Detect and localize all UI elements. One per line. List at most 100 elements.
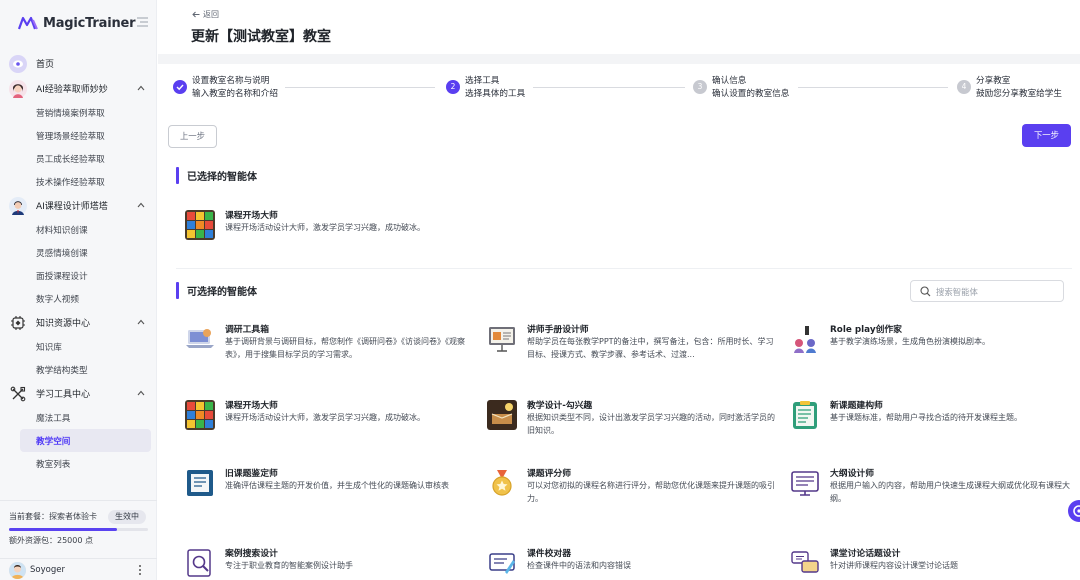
prev-step-button[interactable]: 上一步 bbox=[168, 125, 217, 148]
sidebar-item-knowledge-base[interactable]: 知识库 bbox=[0, 335, 157, 358]
sidebar-item-face-course[interactable]: 面授课程设计 bbox=[0, 264, 157, 287]
next-step-button[interactable]: 下一步 bbox=[1022, 124, 1071, 147]
avatar-icon bbox=[9, 80, 27, 98]
logo[interactable]: MagicTrainer bbox=[18, 12, 148, 34]
agent-card[interactable]: Role play创作家 基于教学演练场景，生成角色扮演模拟剧本。 bbox=[790, 322, 1070, 368]
sidebar-item-label: 材料知识创课 bbox=[36, 225, 88, 236]
sidebar-item-label: 首页 bbox=[36, 60, 55, 70]
status-badge: 生效中 bbox=[108, 510, 146, 524]
header-divider bbox=[158, 54, 1080, 64]
logo-icon bbox=[18, 16, 38, 30]
sidebar-item-label: 管理场景经验萃取 bbox=[36, 131, 105, 142]
rubiks-cube-icon bbox=[185, 210, 215, 240]
user-avatar-icon bbox=[9, 562, 26, 579]
sidebar-group-knowledge[interactable]: 知识资源中心 bbox=[0, 311, 157, 334]
agent-card[interactable]: 讲师手册设计师 帮助学员在每张教学PPT的备注中，撰写备注，包含：所用时长、学习目… bbox=[487, 322, 774, 368]
chevron-up-icon bbox=[137, 319, 145, 325]
selected-agent-card[interactable]: 课程开场大师 课程开场活动设计大师，激发学员学习兴趣，成功破冰。 bbox=[185, 208, 465, 254]
sidebar-item-inspiration-course[interactable]: 灵感情境创课 bbox=[0, 241, 157, 264]
step-desc: 鼓励您分享教室给学生 bbox=[976, 89, 1062, 99]
plan-extra-resources: 额外资源包：25000 点 bbox=[9, 536, 93, 545]
sidebar-item-label: AI课程设计师塔塔 bbox=[36, 202, 108, 212]
step-desc: 确认设置的教室信息 bbox=[712, 89, 790, 99]
agent-card[interactable]: 课堂讨论话题设计针对讲师课程内容设计课堂讨论话题 bbox=[790, 546, 1070, 580]
section-accent-bar bbox=[176, 282, 179, 299]
step-connector bbox=[798, 87, 948, 88]
plan-progress-fill bbox=[9, 528, 118, 531]
sidebar-item-material-course[interactable]: 材料知识创课 bbox=[0, 218, 157, 241]
step-title: 分享教室 bbox=[976, 76, 1011, 86]
avatar bbox=[9, 562, 26, 579]
agent-card[interactable]: 调研工具箱 基于调研背景与调研目标，帮您制作《调研问卷》《访谈问卷》《观察表》，用… bbox=[185, 322, 465, 368]
search-input[interactable] bbox=[936, 284, 1060, 299]
assistant-fab[interactable] bbox=[1068, 500, 1080, 522]
back-link[interactable]: 返回 bbox=[192, 9, 219, 20]
step-desc: 选择具体的工具 bbox=[465, 89, 526, 99]
plan-label: 当前套餐：探索者体验卡 bbox=[9, 512, 97, 521]
agent-desc: 针对讲师课程内容设计课堂讨论话题 bbox=[830, 561, 958, 570]
agent-card[interactable]: 课件校对器 检查课件中的语法和内容错误 bbox=[487, 546, 767, 580]
sidebar-item-management[interactable]: 管理场景经验萃取 bbox=[0, 124, 157, 147]
sidebar-group-learning-tools[interactable]: 学习工具中心 bbox=[0, 382, 157, 405]
sidebar-item-label: 知识库 bbox=[36, 342, 62, 353]
agent-desc: 根据用户输入的内容，帮助用户快速生成课程大纲或优化现有课程大纲。 bbox=[830, 481, 1070, 503]
agent-desc: 课程开场活动设计大师，激发学员学习兴趣，成功破冰。 bbox=[225, 413, 425, 422]
sidebar-item-label: 技术操作经验萃取 bbox=[36, 177, 105, 188]
rubiks-cube-icon bbox=[185, 400, 215, 430]
proofread-icon bbox=[489, 553, 515, 574]
agent-card[interactable]: 大纲设计师 根据用户输入的内容，帮助用户快速生成课程大纲或优化现有课程大纲。 bbox=[790, 466, 1070, 512]
step-done-icon bbox=[173, 80, 187, 94]
sidebar-item-tech[interactable]: 技术操作经验萃取 bbox=[0, 170, 157, 193]
sidebar-item-home[interactable]: 首页 bbox=[0, 52, 157, 75]
sidebar-item-marketing[interactable]: 营销情境案例萃取 bbox=[0, 101, 157, 124]
search-icon bbox=[920, 286, 931, 297]
sidebar-item-label: 面授课程设计 bbox=[36, 271, 88, 282]
sidebar-item-label: 灵感情境创课 bbox=[36, 248, 88, 259]
sidebar-item-employee[interactable]: 员工成长经验萃取 bbox=[0, 147, 157, 170]
assistant-icon bbox=[1073, 505, 1080, 517]
step-title: 确认信息 bbox=[712, 76, 747, 86]
sidebar-item-label: 教室列表 bbox=[36, 459, 71, 470]
agent-card[interactable]: 教学设计-勾兴趣 根据知识类型不同，设计出激发学员学习兴趣的活动，同时激活学员的旧… bbox=[487, 398, 775, 444]
step-desc: 输入教室的名称和介绍 bbox=[192, 89, 278, 99]
agent-search[interactable] bbox=[910, 280, 1064, 302]
agent-desc: 课程开场活动设计大师，激发学员学习兴趣，成功破冰。 bbox=[225, 223, 425, 232]
sidebar-item-label: 知识资源中心 bbox=[36, 319, 91, 329]
sidebar-item-classroom-list[interactable]: 教室列表 bbox=[0, 452, 157, 475]
step-number: 3 bbox=[693, 80, 707, 94]
sidebar-item-magic-tools[interactable]: 魔法工具 bbox=[0, 406, 157, 429]
agent-title: 课题评分师 bbox=[527, 469, 571, 479]
sidebar-group-experience[interactable]: AI经验萃取师妙妙 bbox=[0, 77, 157, 100]
more-vertical-icon[interactable] bbox=[137, 564, 143, 576]
sidebar-item-label: 营销情境案例萃取 bbox=[36, 108, 105, 119]
agent-title: 课堂讨论话题设计 bbox=[830, 549, 901, 559]
sidebar-item-label: 学习工具中心 bbox=[36, 390, 91, 400]
agent-title: 调研工具箱 bbox=[225, 325, 269, 335]
agent-card[interactable]: 旧课题鉴定师 准确评估课程主题的开发价值，并生成个性化的课题确认审核表 bbox=[185, 466, 465, 512]
book-lamp-icon bbox=[487, 400, 517, 430]
agent-card[interactable]: 课程开场大师 课程开场活动设计大师，激发学员学习兴趣，成功破冰。 bbox=[185, 398, 465, 444]
sidebar-item-label: 魔法工具 bbox=[36, 413, 71, 424]
main-content: 返回 更新【测试教室】教室 设置教室名称与说明 输入教室的名称和介绍 2 选择工… bbox=[158, 0, 1080, 580]
collapse-sidebar-icon[interactable] bbox=[137, 17, 148, 27]
sidebar-item-label: 员工成长经验萃取 bbox=[36, 154, 105, 165]
agent-desc: 检查课件中的语法和内容错误 bbox=[527, 561, 631, 570]
arrow-left-icon bbox=[192, 11, 200, 18]
chevron-up-icon bbox=[137, 390, 145, 396]
agent-card[interactable]: 新课题建构师 基于课题标准，帮助用户寻找合适的待开发课程主题。 bbox=[790, 398, 1070, 444]
survey-laptop-icon bbox=[186, 329, 214, 348]
document-icon bbox=[187, 470, 213, 496]
user-menu[interactable]: Soyoger bbox=[0, 558, 157, 580]
sidebar-item-teaching-space[interactable]: 教学空间 bbox=[20, 429, 151, 452]
sidebar-item-label: 教学空间 bbox=[36, 436, 71, 447]
step-title: 选择工具 bbox=[465, 76, 500, 86]
outline-screen-icon bbox=[791, 471, 819, 496]
back-label: 返回 bbox=[203, 10, 219, 19]
agent-card[interactable]: 课题评分师 可以对您初拟的课程名称进行评分，帮助您优化课题来提升课题的吸引力。 bbox=[487, 466, 775, 512]
sidebar-item-teaching-structure[interactable]: 教学结构类型 bbox=[0, 358, 157, 381]
sidebar-item-label: 教学结构类型 bbox=[36, 365, 88, 376]
sidebar-group-course-designer[interactable]: AI课程设计师塔塔 bbox=[0, 194, 157, 217]
sidebar-item-digital-human[interactable]: 数字人视频 bbox=[0, 287, 157, 310]
section-title: 已选择的智能体 bbox=[187, 172, 257, 183]
agent-card[interactable]: 案例搜索设计 专注于职业教育的智能案例设计助手 bbox=[185, 546, 465, 580]
